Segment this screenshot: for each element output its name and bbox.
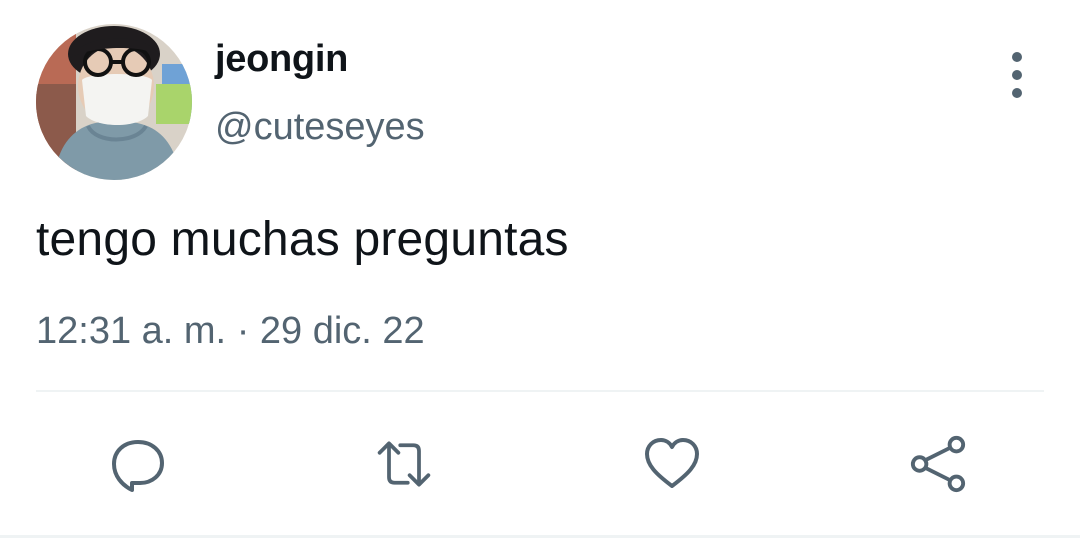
- retweet-button[interactable]: [374, 434, 434, 494]
- share-icon: [910, 435, 966, 493]
- tweet-time[interactable]: 12:31 a. m.: [36, 310, 226, 352]
- tweet-date[interactable]: 29 dic. 22: [260, 310, 425, 352]
- more-options-button[interactable]: [996, 52, 1038, 98]
- avatar[interactable]: [36, 24, 192, 180]
- heart-icon: [645, 438, 699, 488]
- retweet-icon: [377, 441, 431, 487]
- tweet-meta: 12:31 a. m. · 29 dic. 22: [36, 310, 425, 353]
- display-name[interactable]: jeongin: [215, 38, 348, 81]
- more-options-icon-dot: [1012, 88, 1022, 98]
- more-options-icon: [1012, 52, 1022, 62]
- share-button[interactable]: [908, 434, 968, 494]
- reply-button[interactable]: [108, 434, 168, 494]
- user-handle[interactable]: @cuteseyes: [215, 106, 425, 149]
- tweet-card: jeongin @cuteseyes tengo muchas pregunta…: [0, 0, 1080, 555]
- like-button[interactable]: [642, 434, 702, 494]
- meta-separator: ·: [236, 310, 260, 352]
- more-options-icon-dot: [1012, 70, 1022, 80]
- reply-icon: [112, 440, 164, 492]
- tweet-text: tengo muchas preguntas: [36, 213, 569, 266]
- divider: [36, 390, 1044, 392]
- bottom-divider: [0, 535, 1080, 538]
